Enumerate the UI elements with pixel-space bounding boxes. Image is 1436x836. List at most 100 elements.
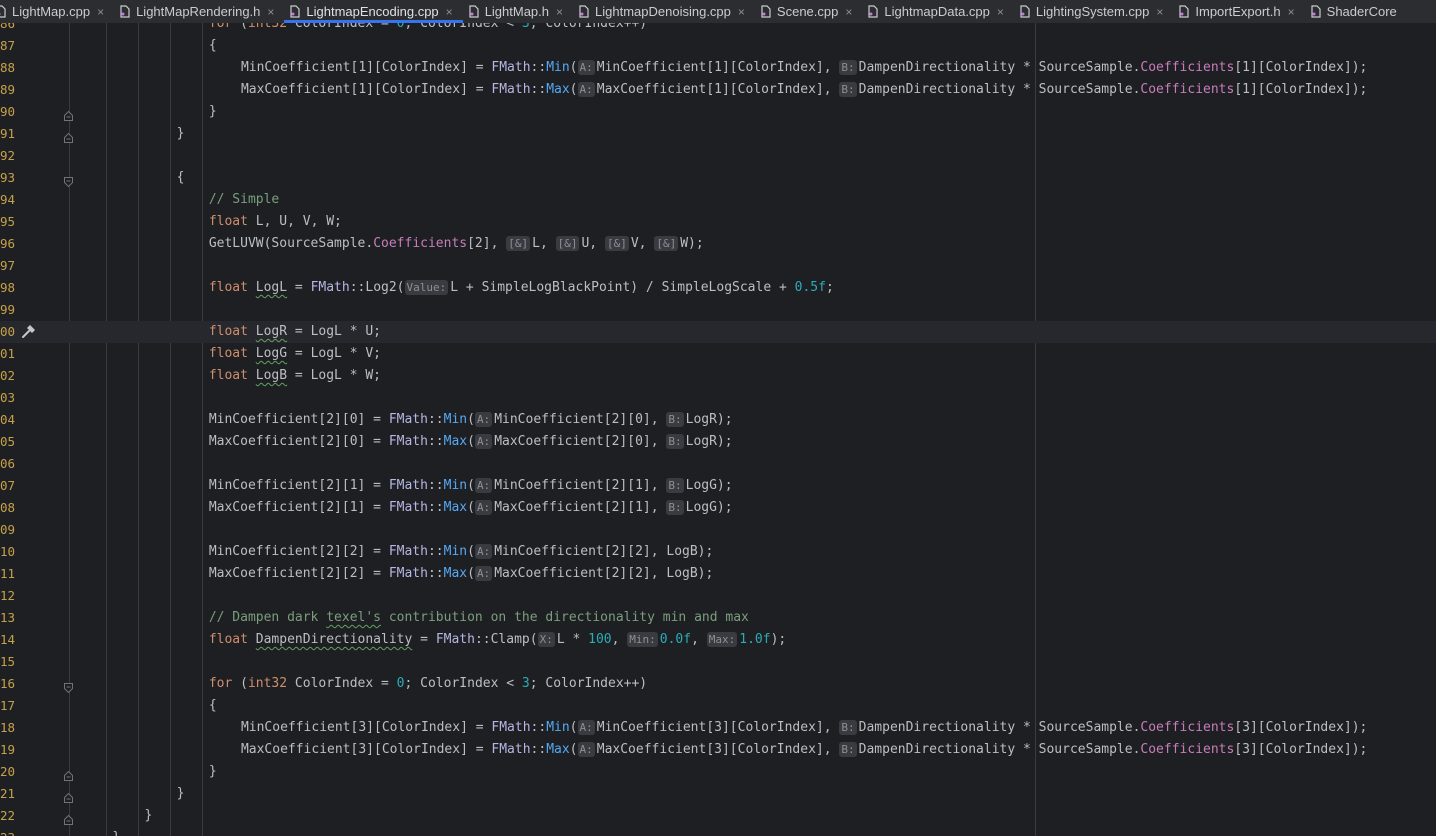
code-token: MaxCoefficient[3][ColorIndex], [596, 742, 840, 757]
close-icon[interactable]: × [446, 5, 453, 19]
code-text: MinCoefficient[2][2] = FMath::Min(A: MinC… [209, 541, 713, 563]
code-line[interactable]: 01 float LogG = LogL * V; [0, 343, 1436, 365]
line-number: 95 [0, 214, 15, 229]
line-number: 14 [0, 632, 15, 647]
fold-marker-icon[interactable] [64, 811, 73, 825]
code-line[interactable]: 19 MaxCoefficient[3][ColorIndex] = FMath:… [0, 739, 1436, 761]
code-line[interactable]: 23} [0, 827, 1436, 836]
code-token: L * [556, 632, 589, 647]
code-token: float [208, 214, 248, 229]
code-token: , [691, 632, 707, 647]
code-token: :: [427, 478, 444, 493]
code-token: } [176, 126, 185, 141]
code-line[interactable]: 91} [0, 123, 1436, 145]
close-icon[interactable]: × [845, 5, 852, 19]
code-line[interactable]: 13 // Dampen dark texel's contribution on… [0, 607, 1436, 629]
code-line[interactable]: 90} [0, 101, 1436, 123]
tab-lightmapdata-cpp[interactable]: LightmapData.cpp × [862, 0, 1014, 23]
code-line[interactable]: 05 MaxCoefficient[2][0] = FMath::Max(A: Ma… [0, 431, 1436, 453]
code-line[interactable]: 20} [0, 761, 1436, 783]
code-line[interactable]: 06 [0, 453, 1436, 475]
code-line[interactable]: 09 [0, 519, 1436, 541]
code-line[interactable]: 98 float LogL = FMath::Log2(Value: L + Sim… [0, 277, 1436, 299]
code-line[interactable]: 92 [0, 145, 1436, 167]
code-token: ::Log2( [349, 280, 405, 295]
fold-marker-icon[interactable] [64, 107, 73, 121]
code-line[interactable]: 22} [0, 805, 1436, 827]
cpp-file-icon [761, 5, 771, 18]
close-icon[interactable]: × [1288, 5, 1295, 19]
close-icon[interactable]: × [997, 5, 1004, 19]
tab-shadercore[interactable]: ShaderCore [1305, 0, 1407, 23]
tab-importexport-h[interactable]: ImportExport.h × [1173, 0, 1304, 23]
code-token: = LogL * W; [287, 368, 382, 383]
code-token: LogL [255, 280, 288, 295]
close-icon[interactable]: × [267, 5, 274, 19]
fold-marker-icon[interactable] [64, 173, 73, 188]
code-line[interactable]: 04 MinCoefficient[2][0] = FMath::Min(A: Mi… [0, 409, 1436, 431]
code-line[interactable]: 03 [0, 387, 1436, 409]
tab-lightmapencoding-cpp[interactable]: LightmapEncoding.cpp × [284, 0, 463, 23]
code-line[interactable]: 87 { [0, 35, 1436, 57]
code-line[interactable]: 17 { [0, 695, 1436, 717]
code-line[interactable]: 95 float L, U, V, W; [0, 211, 1436, 233]
code-line[interactable]: 14 float DampenDirectionality = FMath::Cl… [0, 629, 1436, 651]
code-line[interactable]: 94 // Simple [0, 189, 1436, 211]
close-icon[interactable]: × [97, 5, 104, 19]
code-line[interactable]: 99 [0, 299, 1436, 321]
code-token: Coefficients [1140, 720, 1235, 735]
code-token: 0.0f [659, 632, 692, 647]
code-token: GetLUVW(SourceSample. [208, 236, 374, 251]
code-editor[interactable]: 86 for (int32 ColorIndex = 0; ColorIndex … [0, 23, 1436, 836]
tab-label: LightmapData.cpp [884, 4, 990, 19]
code-line[interactable]: 02 float LogB = LogL * W; [0, 365, 1436, 387]
code-token: DampenDirectionality * SourceSample. [858, 82, 1141, 97]
parameter-hint: A: [474, 478, 493, 493]
fold-marker-icon[interactable] [64, 789, 73, 803]
fold-marker-icon[interactable] [64, 679, 73, 694]
tab-lightmap-h[interactable]: LightMap.h × [463, 0, 573, 23]
tab-lightingsystem-cpp[interactable]: LightingSystem.cpp × [1014, 0, 1173, 23]
code-token: ; ColorIndex < [404, 23, 522, 31]
code-token: U, [581, 236, 605, 251]
code-token: FMath [435, 632, 475, 647]
code-line[interactable]: 11 MaxCoefficient[2][2] = FMath::Max(A: Ma… [0, 563, 1436, 585]
close-icon[interactable]: × [556, 5, 563, 19]
code-line[interactable]: 88 MinCoefficient[1][ColorIndex] = FMath:… [0, 57, 1436, 79]
code-line[interactable]: 89 MaxCoefficient[1][ColorIndex] = FMath:… [0, 79, 1436, 101]
code-token: = LogL * V; [287, 346, 382, 361]
code-line[interactable]: 08 MaxCoefficient[2][1] = FMath::Max(A: Ma… [0, 497, 1436, 519]
code-line[interactable]: 96 GetLUVW(SourceSample.Coefficients[2], … [0, 233, 1436, 255]
tab-lightmapdenoising-cpp[interactable]: LightmapDenoising.cpp × [573, 0, 755, 23]
close-icon[interactable]: × [738, 5, 745, 19]
code-line[interactable]: 97 [0, 255, 1436, 277]
code-line[interactable]: 10 MinCoefficient[2][2] = FMath::Min(A: Mi… [0, 541, 1436, 563]
code-line[interactable]: 00 float LogR = LogL * U; [0, 321, 1436, 343]
code-token: } [208, 764, 217, 779]
line-number: 19 [0, 742, 15, 757]
code-line[interactable]: 16 for (int32 ColorIndex = 0; ColorIndex … [0, 673, 1436, 695]
code-text: MaxCoefficient[2][1] = FMath::Max(A: MaxC… [209, 497, 733, 519]
code-line[interactable]: 86 for (int32 ColorIndex = 0; ColorIndex … [0, 23, 1436, 35]
tab-scene-cpp[interactable]: Scene.cpp × [755, 0, 862, 23]
parameter-hint: A: [474, 412, 493, 427]
code-line[interactable]: 15 [0, 651, 1436, 673]
line-number: 10 [0, 544, 15, 559]
code-line[interactable]: 21} [0, 783, 1436, 805]
code-line[interactable]: 18 MinCoefficient[3][ColorIndex] = FMath:… [0, 717, 1436, 739]
code-line[interactable]: 12 [0, 585, 1436, 607]
code-token: :: [530, 82, 547, 97]
code-line[interactable]: 93 { [0, 167, 1436, 189]
code-token: DampenDirectionality * SourceSample. [858, 742, 1141, 757]
close-icon[interactable]: × [1156, 5, 1163, 19]
fold-marker-icon[interactable] [64, 767, 73, 781]
tab-lightmap-cpp[interactable]: LightMap.cpp × [0, 0, 114, 23]
code-text: MaxCoefficient[3][ColorIndex] = FMath::M… [241, 739, 1367, 761]
code-token: :: [427, 412, 444, 427]
tab-lightmaprendering-h[interactable]: LightMapRendering.h × [114, 0, 284, 23]
line-number: 06 [0, 456, 15, 471]
code-line[interactable]: 07 MinCoefficient[2][1] = FMath::Min(A: Mi… [0, 475, 1436, 497]
fold-marker-icon[interactable] [64, 129, 73, 143]
